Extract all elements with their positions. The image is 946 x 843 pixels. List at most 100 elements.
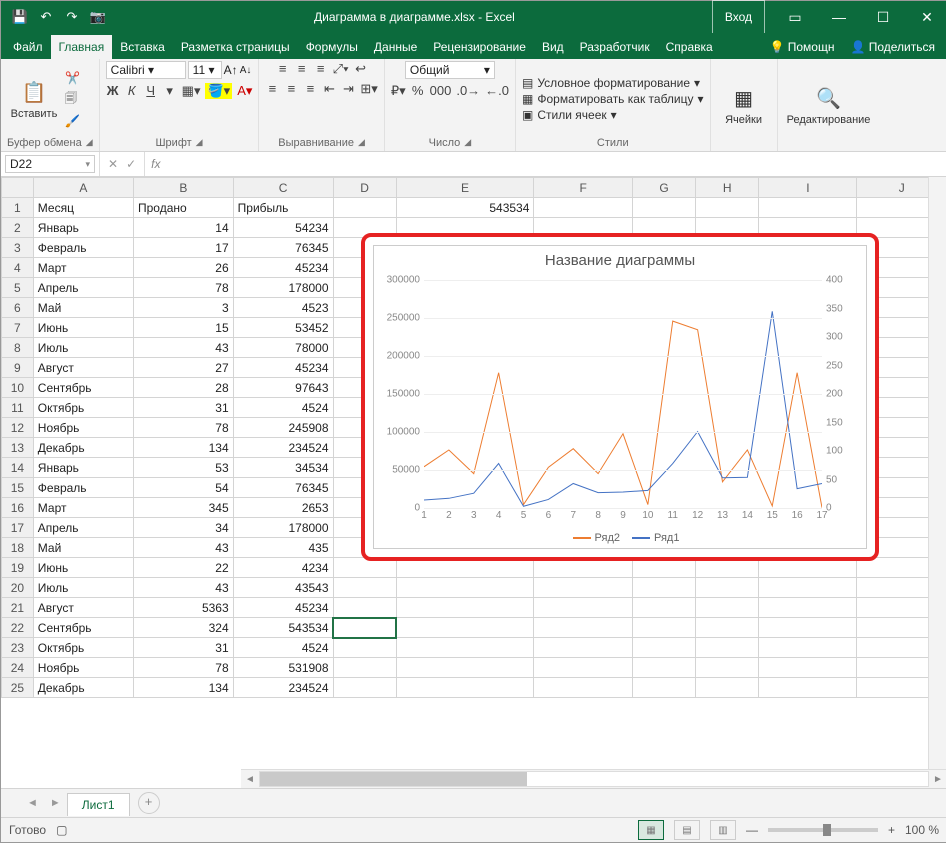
format-as-table-button[interactable]: ▦Форматировать как таблицу ▾ bbox=[522, 92, 704, 106]
view-page-break-icon[interactable]: ▥ bbox=[710, 820, 736, 840]
col-header-B[interactable]: B bbox=[134, 178, 234, 198]
merge-icon[interactable]: ⊞▾ bbox=[360, 81, 377, 97]
grow-font-icon[interactable]: A↑ bbox=[224, 63, 238, 77]
cell-B20[interactable]: 43 bbox=[134, 578, 234, 598]
cell-A17[interactable]: Апрель bbox=[33, 518, 133, 538]
cell-G20[interactable] bbox=[632, 578, 695, 598]
cell-A4[interactable]: Март bbox=[33, 258, 133, 278]
inc-decimal-icon[interactable]: .0→ bbox=[456, 83, 480, 99]
tab-разработчик[interactable]: Разработчик bbox=[572, 35, 658, 59]
cell-F20[interactable] bbox=[534, 578, 633, 598]
cell-A25[interactable]: Декабрь bbox=[33, 678, 133, 698]
zoom-level[interactable]: 100 % bbox=[905, 823, 939, 837]
number-format-combo[interactable]: Общий▾ bbox=[405, 61, 495, 79]
font-color-icon[interactable]: A▾ bbox=[237, 83, 252, 99]
copy-icon[interactable]: 🗐 bbox=[65, 89, 80, 110]
cell-A20[interactable]: Июль bbox=[33, 578, 133, 598]
cell-C8[interactable]: 78000 bbox=[233, 338, 333, 358]
cell-C23[interactable]: 4524 bbox=[233, 638, 333, 658]
tab-данные[interactable]: Данные bbox=[366, 35, 425, 59]
conditional-formatting-button[interactable]: ▤Условное форматирование ▾ bbox=[522, 76, 704, 90]
cell-G23[interactable] bbox=[632, 638, 695, 658]
row-header-14[interactable]: 14 bbox=[2, 458, 34, 478]
cell-C4[interactable]: 45234 bbox=[233, 258, 333, 278]
percent-icon[interactable]: % bbox=[411, 83, 425, 99]
cell-E23[interactable] bbox=[396, 638, 534, 658]
undo-icon[interactable]: ↶ bbox=[37, 8, 55, 26]
camera-icon[interactable]: 📷 bbox=[89, 8, 107, 26]
save-icon[interactable]: 💾 bbox=[11, 8, 29, 26]
cell-F1[interactable] bbox=[534, 198, 633, 218]
row-header-17[interactable]: 17 bbox=[2, 518, 34, 538]
cell-E22[interactable] bbox=[396, 618, 534, 638]
cell-G21[interactable] bbox=[632, 598, 695, 618]
cell-C2[interactable]: 54234 bbox=[233, 218, 333, 238]
maximize-button[interactable]: ☐ bbox=[863, 1, 903, 33]
cell-B18[interactable]: 43 bbox=[134, 538, 234, 558]
cell-C7[interactable]: 53452 bbox=[233, 318, 333, 338]
font-size-combo[interactable]: 11 ▾ bbox=[188, 61, 222, 79]
cell-A14[interactable]: Январь bbox=[33, 458, 133, 478]
cell-A18[interactable]: Май bbox=[33, 538, 133, 558]
cell-C21[interactable]: 45234 bbox=[233, 598, 333, 618]
cell-C24[interactable]: 531908 bbox=[233, 658, 333, 678]
row-header-2[interactable]: 2 bbox=[2, 218, 34, 238]
col-header-D[interactable]: D bbox=[333, 178, 396, 198]
cell-B8[interactable]: 43 bbox=[134, 338, 234, 358]
cell-B24[interactable]: 78 bbox=[134, 658, 234, 678]
scroll-right-icon[interactable]: ► bbox=[929, 774, 946, 785]
login-button[interactable]: Вход bbox=[712, 0, 765, 34]
cell-A9[interactable]: Август bbox=[33, 358, 133, 378]
cell-H21[interactable] bbox=[696, 598, 759, 618]
cell-B1[interactable]: Продано bbox=[134, 198, 234, 218]
format-painter-icon[interactable]: 🖌️ bbox=[65, 114, 80, 128]
cell-H25[interactable] bbox=[696, 678, 759, 698]
chart-title[interactable]: Название диаграммы bbox=[374, 246, 866, 275]
cell-D21[interactable] bbox=[333, 598, 396, 618]
row-header-3[interactable]: 3 bbox=[2, 238, 34, 258]
cell-B13[interactable]: 134 bbox=[134, 438, 234, 458]
cell-H20[interactable] bbox=[696, 578, 759, 598]
row-header-4[interactable]: 4 bbox=[2, 258, 34, 278]
row-header-19[interactable]: 19 bbox=[2, 558, 34, 578]
cell-F23[interactable] bbox=[534, 638, 633, 658]
cell-B6[interactable]: 3 bbox=[134, 298, 234, 318]
row-header-6[interactable]: 6 bbox=[2, 298, 34, 318]
underline-button[interactable]: Ч bbox=[144, 83, 158, 99]
cell-A23[interactable]: Октябрь bbox=[33, 638, 133, 658]
cell-I20[interactable] bbox=[759, 578, 857, 598]
col-header-I[interactable]: I bbox=[759, 178, 857, 198]
cell-D22[interactable] bbox=[333, 618, 396, 638]
cell-C11[interactable]: 4524 bbox=[233, 398, 333, 418]
col-header-E[interactable]: E bbox=[396, 178, 534, 198]
chart-legend[interactable]: Ряд2Ряд1 bbox=[374, 532, 866, 544]
cell-C18[interactable]: 435 bbox=[233, 538, 333, 558]
align-bottom-icon[interactable]: ≡ bbox=[314, 61, 328, 77]
cell-D20[interactable] bbox=[333, 578, 396, 598]
tab-рецензирование[interactable]: Рецензирование bbox=[425, 35, 534, 59]
cell-B15[interactable]: 54 bbox=[134, 478, 234, 498]
cell-C16[interactable]: 2653 bbox=[233, 498, 333, 518]
add-sheet-button[interactable]: + bbox=[138, 792, 160, 814]
cell-B2[interactable]: 14 bbox=[134, 218, 234, 238]
cell-B10[interactable]: 28 bbox=[134, 378, 234, 398]
cancel-formula-icon[interactable]: ✕ bbox=[108, 157, 118, 171]
cell-B17[interactable]: 34 bbox=[134, 518, 234, 538]
cell-C10[interactable]: 97643 bbox=[233, 378, 333, 398]
comma-icon[interactable]: 000 bbox=[430, 83, 452, 99]
cell-B11[interactable]: 31 bbox=[134, 398, 234, 418]
row-header-5[interactable]: 5 bbox=[2, 278, 34, 298]
indent-dec-icon[interactable]: ⇤ bbox=[322, 81, 336, 97]
col-header-A[interactable]: A bbox=[33, 178, 133, 198]
number-dialog-icon[interactable]: ◢ bbox=[464, 137, 471, 149]
enter-formula-icon[interactable]: ✓ bbox=[126, 157, 136, 171]
cell-H23[interactable] bbox=[696, 638, 759, 658]
cell-A10[interactable]: Сентябрь bbox=[33, 378, 133, 398]
shrink-font-icon[interactable]: A↓ bbox=[240, 65, 252, 76]
cell-G25[interactable] bbox=[632, 678, 695, 698]
cell-C12[interactable]: 245908 bbox=[233, 418, 333, 438]
align-dialog-icon[interactable]: ◢ bbox=[358, 137, 365, 149]
cell-C1[interactable]: Прибыль bbox=[233, 198, 333, 218]
cell-F24[interactable] bbox=[534, 658, 633, 678]
currency-icon[interactable]: ₽▾ bbox=[391, 83, 406, 99]
